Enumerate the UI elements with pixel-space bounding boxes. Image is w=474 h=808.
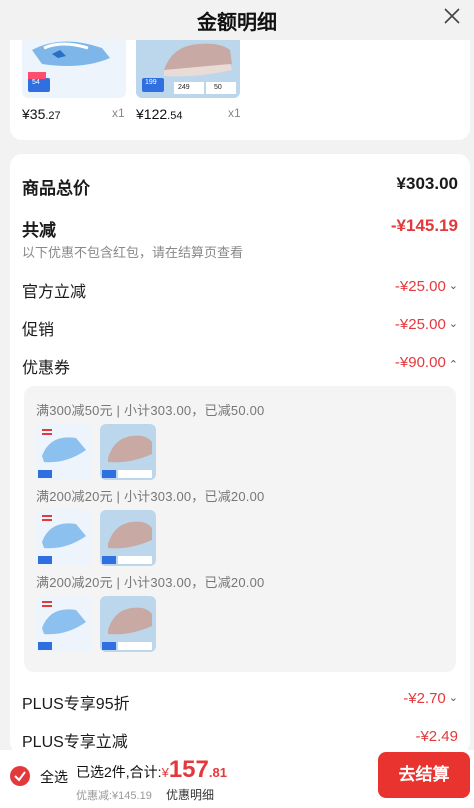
total-price-value: ¥303.00 xyxy=(396,174,458,193)
selected-count: 已选2件,合计: xyxy=(76,764,162,780)
checkout-button[interactable]: 去结算 xyxy=(378,752,470,798)
coupon-product-thumbnail xyxy=(36,510,92,566)
coupon-detail-box: 满300减50元 | 小计303.00，已减50.00 满200减20元 | 小… xyxy=(24,386,456,672)
chevron-down-icon: ⌄ xyxy=(448,318,458,330)
chevron-down-icon: ⌄ xyxy=(448,692,458,704)
chevron-up-icon: ⌃ xyxy=(448,359,458,371)
total-summary: 已选2件,合计:¥157.81 xyxy=(76,756,227,784)
product-price: ¥35.27 xyxy=(22,106,61,122)
discount-item-row[interactable]: 促销 -¥25.00 ⌄ xyxy=(22,316,458,339)
coupon-product-thumbnail xyxy=(36,596,92,652)
product-thumbnail: 199 249 50 xyxy=(136,40,240,98)
checkout-bar: 全选 已选2件,合计:¥157.81 优惠减:¥145.19 优惠明细 去结算 xyxy=(0,750,474,808)
header: 金额明细 xyxy=(0,0,474,40)
coupon-product-thumbnail xyxy=(100,510,156,566)
coupon-group: 满200减20元 | 小计303.00，已减20.00 xyxy=(36,486,265,566)
discount-item-value: -¥90.00 ⌃ xyxy=(394,354,458,371)
product-item[interactable]: 54 ¥35.27 x1 xyxy=(22,40,126,122)
discount-note: 以下优惠不包含红包，请在结算页查看 xyxy=(22,245,244,260)
page-title: 金额明细 xyxy=(197,12,277,34)
product-badge: 199 xyxy=(145,79,157,86)
plus-discount-value: -¥2.49 xyxy=(415,728,458,745)
coupon-product-thumbnail xyxy=(100,424,156,480)
discount-item-row[interactable]: 官方立减 -¥25.00 ⌄ xyxy=(22,278,458,301)
discount-detail-link[interactable]: 优惠明细 xyxy=(166,786,214,803)
plus-discount-value: -¥2.70 ⌄ xyxy=(403,690,458,707)
total-price-label: 商品总价 xyxy=(22,179,90,198)
discount-item-value: -¥25.00 ⌄ xyxy=(394,278,458,295)
coupon-group: 满300减50元 | 小计303.00，已减50.00 xyxy=(36,400,265,480)
product-qty: x1 xyxy=(112,106,125,120)
product-qty: x1 xyxy=(228,106,241,120)
total-int: 157 xyxy=(168,756,209,783)
product-thumb-number: 249 xyxy=(178,84,190,91)
price-detail-card: 商品总价 ¥303.00 共减 -¥145.19 以下优惠不包含红包，请在结算页… xyxy=(10,154,470,754)
discount-item-label: 促销 xyxy=(22,322,55,339)
coupon-text: 满300减50元 | 小计303.00，已减50.00 xyxy=(36,403,265,418)
discount-item-label: 官方立减 xyxy=(22,284,87,301)
plus-discount-label: PLUS专享立减 xyxy=(22,734,128,751)
plus-discount-label: PLUS专享95折 xyxy=(22,696,130,713)
discount-item-row[interactable]: 优惠券 -¥90.00 ⌃ xyxy=(22,354,458,377)
product-price: ¥122.54 xyxy=(136,106,183,122)
close-icon xyxy=(444,8,460,24)
product-thumb-number: 50 xyxy=(214,84,222,91)
bottom-discount-note: 优惠减:¥145.19 xyxy=(76,790,152,802)
checkmark-icon xyxy=(14,771,26,782)
coupon-text: 满200减20元 | 小计303.00，已减20.00 xyxy=(36,575,265,590)
close-button[interactable] xyxy=(440,4,464,28)
product-badge: 54 xyxy=(32,79,40,86)
chevron-down-icon: ⌄ xyxy=(448,280,458,292)
select-all-label[interactable]: 全选 xyxy=(40,767,68,787)
coupon-text: 满200减20元 | 小计303.00，已减20.00 xyxy=(36,489,265,504)
plus-discount-row[interactable]: PLUS专享立减 -¥2.49 xyxy=(22,728,458,751)
coupon-product-thumbnail xyxy=(100,596,156,652)
discount-value: -¥145.19 xyxy=(390,216,458,235)
select-all-checkbox[interactable] xyxy=(10,766,30,786)
total-dec: .81 xyxy=(208,765,227,780)
coupon-product-thumbnail xyxy=(36,424,92,480)
plus-discount-row[interactable]: PLUS专享95折 -¥2.70 ⌄ xyxy=(22,690,458,713)
coupon-group: 满200减20元 | 小计303.00，已减20.00 xyxy=(36,572,265,652)
discount-label: 共减 xyxy=(22,221,56,240)
product-card: 54 ¥35.27 x1 199 249 50 ¥122.54 x1 xyxy=(10,40,470,140)
discount-row: 共减 -¥145.19 xyxy=(22,216,458,240)
discount-note-row: 以下优惠不包含红包，请在结算页查看 xyxy=(22,242,458,260)
product-item[interactable]: 199 249 50 ¥122.54 x1 xyxy=(136,40,241,122)
total-price-row: 商品总价 ¥303.00 xyxy=(22,174,458,198)
total-currency: ¥ xyxy=(161,765,169,780)
product-thumbnail: 54 xyxy=(22,40,126,98)
discount-item-value: -¥25.00 ⌄ xyxy=(394,316,458,333)
discount-item-label: 优惠券 xyxy=(22,360,71,377)
